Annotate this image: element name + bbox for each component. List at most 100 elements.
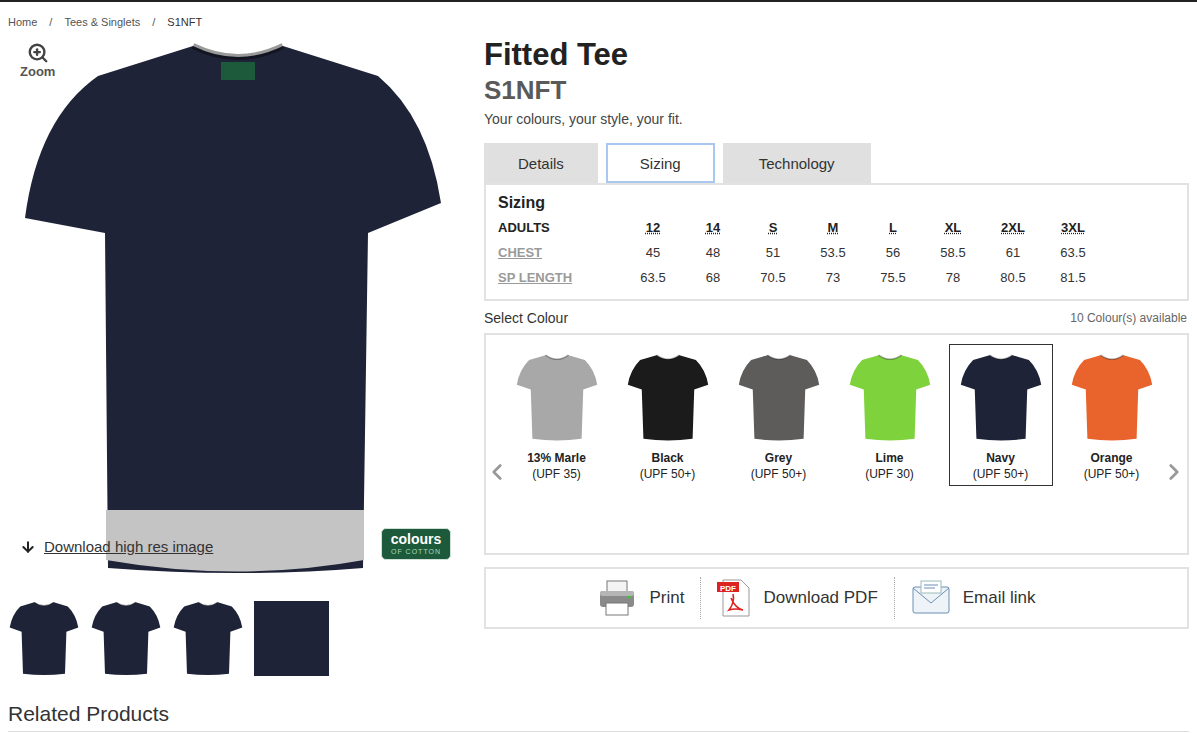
sizing-panel: SizingADULTS1214SMLXL2XL3XL CHEST45485153… <box>484 183 1189 301</box>
action-separator <box>894 577 895 619</box>
size-header: 12 <box>623 215 683 240</box>
zoom-icon <box>27 42 49 64</box>
colour-picker: 13% Marle(UPF 35)Black(UPF 50+)Grey(UPF … <box>484 333 1189 555</box>
size-header: 14 <box>683 215 743 240</box>
size-cell: 61 <box>983 240 1043 265</box>
size-header: M <box>803 215 863 240</box>
size-cell: 75.5 <box>863 265 923 290</box>
colour-swatch[interactable]: Navy(UPF 50+) <box>945 344 1056 486</box>
pdf-icon: PDF <box>717 578 751 618</box>
colour-swatch[interactable]: 13% Marle(UPF 35) <box>501 344 612 486</box>
shirt-icon <box>738 347 820 447</box>
product-photo <box>8 38 463 583</box>
action-bar: PrintPDFDownload PDFEmail link <box>484 567 1189 629</box>
breadcrumb-separator: / <box>152 16 155 38</box>
action-button[interactable]: Email link <box>895 579 1052 617</box>
breadcrumb-item[interactable]: Tees & Singlets <box>64 16 140 38</box>
size-header: ADULTS <box>498 215 623 240</box>
shirt-icon <box>627 347 709 447</box>
size-cell: 68 <box>683 265 743 290</box>
download-icon <box>20 539 36 555</box>
shirt-icon <box>960 347 1042 447</box>
thumbnail-shirt-icon <box>91 594 161 682</box>
thumbnail-shirt-icon <box>173 594 243 682</box>
product-main: Zoom Download high res image coloursOF COT… <box>0 38 1197 683</box>
size-cell: 73 <box>803 265 863 290</box>
thumbnail[interactable] <box>90 593 162 683</box>
sizing-title: Sizing <box>498 193 1175 213</box>
size-cell: 48 <box>683 240 743 265</box>
chevron-left-icon <box>484 459 510 485</box>
colour-option[interactable]: Orange(UPF 50+) <box>1060 344 1164 486</box>
colour-option[interactable]: Grey(UPF 50+) <box>727 344 831 486</box>
colour-swatch[interactable]: Black(UPF 50+) <box>612 344 723 486</box>
thumbnail-shirt-icon <box>9 594 79 682</box>
product-code: S1NFT <box>484 75 1189 105</box>
thumbnail[interactable] <box>8 593 80 683</box>
zoom-label: Zoom <box>20 64 55 79</box>
product-info: Fitted TeeS1NFT Your colours, your style,… <box>484 38 1189 683</box>
size-cell: 58.5 <box>923 240 983 265</box>
colour-count: 10 Colour(s) available <box>1070 309 1189 327</box>
size-row-label[interactable]: SP LENGTH <box>498 265 623 290</box>
shirt-icon <box>516 347 598 447</box>
action-button[interactable]: PDFDownload PDF <box>701 578 893 618</box>
size-table: ADULTS1214SMLXL2XL3XL CHEST45485153.55658… <box>498 215 1175 290</box>
tab[interactable]: Technology <box>723 143 871 183</box>
chevron-right-icon <box>1161 459 1187 485</box>
brand-logo: coloursOF COTTON <box>381 528 451 560</box>
size-cell: 45 <box>623 240 683 265</box>
next-button[interactable] <box>1161 459 1187 485</box>
svg-text:PDF: PDF <box>720 584 736 593</box>
size-cell: 81.5 <box>1043 265 1103 290</box>
thumbnail[interactable] <box>172 593 244 683</box>
size-header: 3XL <box>1043 215 1103 240</box>
related-products-heading: Related Products <box>8 701 1189 732</box>
action-button[interactable]: Print <box>581 579 700 617</box>
size-cell: 51 <box>743 240 803 265</box>
tab[interactable]: Sizing <box>606 143 715 183</box>
colour-option[interactable]: Black(UPF 50+) <box>616 344 720 486</box>
breadcrumb-item: S1NFT <box>167 16 202 38</box>
main-image[interactable]: Zoom Download high res image coloursOF COT… <box>8 38 463 583</box>
size-header: S <box>743 215 803 240</box>
colour-header: Select Colour 10 Colour(s) available <box>484 309 1189 327</box>
size-cell: 80.5 <box>983 265 1043 290</box>
download-link[interactable]: Download high res image <box>20 538 213 555</box>
shirt-icon <box>1071 347 1153 447</box>
colour-option[interactable]: 13% Marle(UPF 35) <box>505 344 609 486</box>
size-header: 2XL <box>983 215 1043 240</box>
tab-bar: DetailsSizingTechnology <box>484 143 1189 183</box>
product-title: Fitted Tee <box>484 38 1189 72</box>
size-cell: 63.5 <box>623 265 683 290</box>
colour-option[interactable]: Lime(UPF 30) <box>838 344 942 486</box>
size-cell: 78 <box>923 265 983 290</box>
colour-swatch[interactable]: Orange(UPF 50+) <box>1056 344 1167 486</box>
size-cell: 63.5 <box>1043 240 1103 265</box>
size-cell: 53.5 <box>803 240 863 265</box>
envelope-icon <box>911 579 951 617</box>
thumbnail[interactable] <box>254 601 329 676</box>
product-page: Home / Tees & Singlets / S1NFT Zoom Download h… <box>0 0 1197 733</box>
gallery: Zoom Download high res image coloursOF COT… <box>8 38 463 683</box>
colour-swatch[interactable]: Lime(UPF 30) <box>834 344 945 486</box>
breadcrumb-item[interactable]: Home <box>8 16 37 38</box>
size-cell: 70.5 <box>743 265 803 290</box>
size-header: L <box>863 215 923 240</box>
shirt-icon <box>849 347 931 447</box>
breadcrumb: Home / Tees & Singlets / S1NFT <box>0 2 1197 38</box>
tab[interactable]: Details <box>484 143 598 183</box>
action-separator <box>700 577 701 619</box>
thumbnails <box>8 593 463 683</box>
prev-button[interactable] <box>484 459 510 485</box>
size-cell: 56 <box>863 240 923 265</box>
zoom-button[interactable]: Zoom <box>20 42 55 79</box>
size-header: XL <box>923 215 983 240</box>
breadcrumb-separator: / <box>49 16 52 38</box>
colour-label: Select Colour <box>484 309 568 327</box>
printer-icon <box>597 579 637 617</box>
product-tagline: Your colours, your style, your fit. <box>484 110 1189 128</box>
colour-option[interactable]: Navy(UPF 50+) <box>949 344 1053 486</box>
colour-swatch[interactable]: Grey(UPF 50+) <box>723 344 834 486</box>
size-row-label[interactable]: CHEST <box>498 240 623 265</box>
